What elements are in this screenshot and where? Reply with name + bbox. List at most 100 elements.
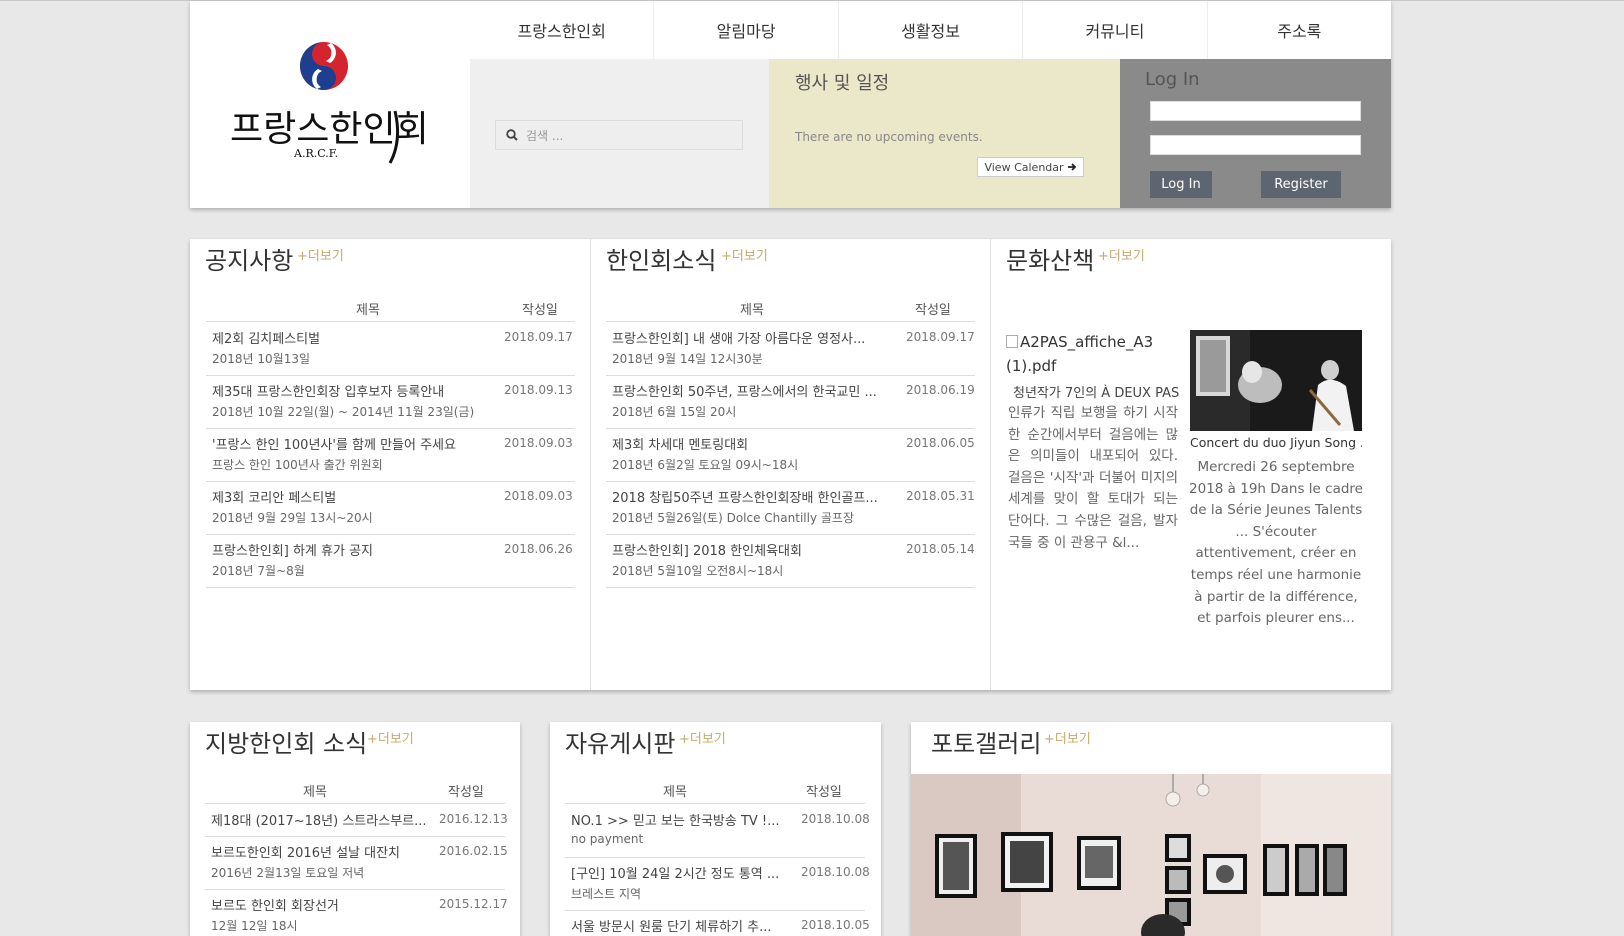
board-more-link[interactable]: +더보기 [679, 728, 726, 747]
table-row[interactable]: 보르도 한인회 회장선거 12월 12일 18시 2015.12.17 [205, 890, 508, 936]
password-field[interactable] [1150, 135, 1361, 155]
row-date: 2016.02.15 [439, 844, 508, 858]
row-date: 2018.09.03 [504, 436, 573, 450]
row-title[interactable]: [구인] 10월 24일 2시간 정도 통역 ... [571, 863, 789, 882]
row-title[interactable]: NO.1 >> 믿고 보는 한국방송 TV !... [571, 810, 789, 829]
row-title[interactable]: 2018 창립50주년 프랑스한인회장배 한인골프... [612, 487, 894, 506]
events-panel: 행사 및 일정 There are no upcoming events. Vi… [769, 59, 1120, 208]
search-placeholder: 검색 ... [526, 128, 564, 143]
row-title[interactable]: 프랑스한인회] 2018 한인체육대회 [612, 540, 894, 559]
view-calendar-button[interactable]: View Calendar [977, 157, 1084, 177]
notice-more-link[interactable]: +더보기 [297, 245, 344, 264]
row-title[interactable]: 제3회 코리안 페스티벌 [212, 487, 492, 506]
column-title-header: 제목 [303, 785, 327, 800]
search-panel: 검색 ... [470, 59, 769, 208]
table-row[interactable]: 프랑스한인회] 2018 한인체육대회 2018년 5월10일 오전8시~18시… [606, 535, 975, 588]
nav-item-association[interactable]: 프랑스한인회 [470, 1, 653, 59]
row-title[interactable]: 보르도 한인회 회장선거 [211, 895, 429, 914]
main-nav: 프랑스한인회 알림마당 생활정보 커뮤니티 주소록 [470, 1, 1391, 59]
row-title[interactable]: 서울 방문시 원룸 단기 체류하기 추... [571, 916, 789, 935]
nav-item-community[interactable]: 커뮤니티 [1022, 1, 1206, 59]
row-subtitle: 프랑스 한인 100년사 출간 위원회 [212, 458, 383, 472]
board-title: 자유게시판 [565, 730, 676, 758]
content-row-main: 공지사항 +더보기 제목 작성일 제2회 김치페스티벌 2018년 10월13일… [190, 239, 1391, 690]
column-date-header: 작성일 [806, 785, 842, 800]
table-row[interactable]: [구인] 10월 24일 2시간 정도 통역 ... 브레스트 지역 2018.… [565, 858, 870, 911]
culture-image-broken[interactable]: A2PAS_affiche_A3 (1).pdf [1006, 330, 1186, 378]
row-subtitle: 2018년 6월2일 토요일 09시~18시 [612, 458, 799, 472]
page: 프랑스한인회 A.R.C.F. 프랑스한인회 알림마당 생활정보 커뮤니티 주소… [0, 0, 1624, 936]
row-date: 2018.06.05 [906, 436, 975, 450]
table-row[interactable]: 제3회 차세대 멘토링대회 2018년 6월2일 토요일 09시~18시 201… [606, 429, 975, 482]
table-row[interactable]: NO.1 >> 믿고 보는 한국방송 TV !... no payment 20… [565, 805, 870, 858]
nav-item-life-info[interactable]: 생활정보 [837, 1, 1022, 59]
culture-left-excerpt: 인류가 직립 보행을 하기 시작한 순간에서부터 걸음에는 많은 의미들이 내포… [1008, 405, 1178, 551]
row-subtitle: no payment [571, 832, 644, 846]
nav-item-directory[interactable]: 주소록 [1206, 1, 1391, 59]
board-table-header: 제목 작성일 [565, 778, 865, 804]
nav-item-notice-board[interactable]: 알림마당 [653, 1, 837, 59]
row-date: 2018.10.08 [801, 812, 870, 826]
row-title[interactable]: 제35대 프랑스한인회장 입후보자 등록안내 [212, 381, 492, 400]
row-date: 2018.09.17 [906, 330, 975, 344]
table-row[interactable]: 프랑스한인회] 하계 휴가 공지 2018년 7월~8월 2018.06.26 [206, 535, 575, 588]
login-button[interactable]: Log In [1150, 171, 1212, 198]
row-date: 2016.12.13 [439, 812, 508, 826]
row-title[interactable]: '프랑스 한인 100년사'를 함께 만들어 주세요 [212, 434, 492, 453]
row-subtitle: 2018년 5월10일 오전8시~18시 [612, 564, 784, 578]
column-title-header: 제목 [356, 303, 380, 318]
row-subtitle: 2018년 6월 15일 20시 [612, 405, 737, 419]
row-date: 2018.09.17 [504, 330, 573, 344]
row-date: 2018.06.19 [906, 383, 975, 397]
culture-left-heading[interactable]: 청년작가 7인의 À DEUX PAS [1013, 382, 1181, 401]
table-row[interactable]: 제3회 코리안 페스티벌 2018년 9월 29일 13시~20시 2018.0… [206, 482, 575, 535]
logo-subtext: A.R.C.F. [293, 147, 338, 160]
culture-more-link[interactable]: +더보기 [1098, 245, 1145, 264]
culture-right-excerpt: Mercredi 26 septembre 2018 à 19h Dans le… [1189, 459, 1363, 627]
site-header: 프랑스한인회 A.R.C.F. 프랑스한인회 알림마당 생활정보 커뮤니티 주소… [190, 1, 1391, 208]
row-title[interactable]: 제18대 (2017~18년) 스트라스부르... [211, 810, 429, 829]
site-logo[interactable]: 프랑스한인회 A.R.C.F. [190, 1, 470, 208]
regional-table-header: 제목 작성일 [205, 778, 505, 804]
table-row[interactable]: 2018 창립50주년 프랑스한인회장배 한인골프... 2018년 5월26일… [606, 482, 975, 535]
row-title[interactable]: 제2회 김치페스티벌 [212, 328, 492, 347]
table-row[interactable]: 프랑스한인회 50주년, 프랑스에서의 한국교민 ... 2018년 6월 15… [606, 376, 975, 429]
events-empty-message: There are no upcoming events. [795, 130, 983, 144]
row-subtitle: 2018년 5월26일(토) Dolce Chantilly 골프장 [612, 511, 854, 525]
news-section: 한인회소식 +더보기 제목 작성일 프랑스한인회] 내 생애 가장 아름다운 영… [591, 239, 990, 690]
search-input[interactable]: 검색 ... [495, 120, 743, 150]
row-subtitle: 2016년 2월13일 토요일 저녁 [211, 866, 365, 880]
culture-image-alt: A2PAS_affiche_A3 (1).pdf [1006, 333, 1154, 375]
table-row[interactable]: 제2회 김치페스티벌 2018년 10월13일 2018.09.17 [206, 323, 575, 376]
table-row[interactable]: 제35대 프랑스한인회장 입후보자 등록안내 2018년 10월 22일(월) … [206, 376, 575, 429]
table-row[interactable]: '프랑스 한인 100년사'를 함께 만들어 주세요 프랑스 한인 100년사 … [206, 429, 575, 482]
row-date: 2015.12.17 [439, 897, 508, 911]
search-icon [506, 129, 518, 141]
login-panel: Log In Log In Register [1120, 59, 1391, 208]
broken-image-icon [1006, 335, 1018, 348]
register-button[interactable]: Register [1261, 171, 1341, 198]
row-title[interactable]: 프랑스한인회] 내 생애 가장 아름다운 영정사... [612, 328, 894, 347]
table-row[interactable]: 서울 방문시 원룸 단기 체류하기 추... 2018.10.05 [565, 911, 870, 936]
view-calendar-label: View Calendar [984, 160, 1064, 174]
column-title-header: 제목 [740, 303, 764, 318]
table-row[interactable]: 보르도한인회 2016년 설날 대잔치 2016년 2월13일 토요일 저녁 2… [205, 837, 508, 890]
username-field[interactable] [1150, 101, 1361, 121]
news-table-header: 제목 작성일 [606, 296, 975, 322]
row-title[interactable]: 제3회 차세대 멘토링대회 [612, 434, 894, 453]
row-title[interactable]: 프랑스한인회 50주년, 프랑스에서의 한국교민 ... [612, 381, 894, 400]
gallery-photo[interactable] [911, 774, 1391, 936]
table-row[interactable]: 제18대 (2017~18년) 스트라스부르... 2016.12.13 [205, 805, 508, 837]
regional-more-link[interactable]: +더보기 [367, 728, 414, 747]
notice-title: 공지사항 [205, 247, 294, 275]
gallery-more-link[interactable]: +더보기 [1044, 728, 1091, 747]
row-date: 2018.10.08 [801, 865, 870, 879]
concert-photo[interactable] [1190, 330, 1362, 431]
table-row[interactable]: 프랑스한인회] 내 생애 가장 아름다운 영정사... 2018년 9월 14일… [606, 323, 975, 376]
row-subtitle: 2018년 9월 14일 12시30분 [612, 352, 763, 366]
row-subtitle: 12월 12일 18시 [211, 919, 298, 933]
news-more-link[interactable]: +더보기 [721, 245, 768, 264]
row-title[interactable]: 프랑스한인회] 하계 휴가 공지 [212, 540, 492, 559]
culture-right-heading[interactable]: Concert du duo Jiyun Song ... [1190, 435, 1362, 450]
row-title[interactable]: 보르도한인회 2016년 설날 대잔치 [211, 842, 429, 861]
